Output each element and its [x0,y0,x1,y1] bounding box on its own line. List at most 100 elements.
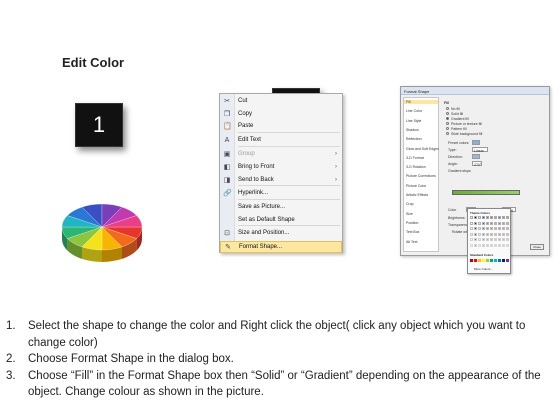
theme-color-swatch[interactable] [506,238,510,242]
menu-item-format-shape[interactable]: ✎ Format Shape... [220,241,342,253]
theme-color-swatch[interactable] [498,238,502,242]
standard-color-swatch[interactable] [498,259,502,263]
menu-item-bring-to-front[interactable]: ◧ Bring to Front › [220,162,342,174]
theme-color-swatch[interactable] [490,216,494,220]
theme-color-swatch[interactable] [474,232,478,236]
category-3-d-rotation[interactable]: 3-D Rotation [406,165,426,169]
theme-color-swatch[interactable] [474,216,478,220]
fill-radio-1[interactable] [446,112,449,115]
close-button[interactable]: Close [530,244,544,250]
theme-color-swatch[interactable] [502,227,506,231]
theme-color-swatch[interactable] [490,238,494,242]
fill-radio-4[interactable] [446,127,449,130]
category-shadow[interactable]: Shadow [406,128,419,132]
type-dropdown[interactable]: Linear [472,147,488,153]
theme-color-swatch[interactable] [478,216,482,220]
theme-color-swatch[interactable] [478,243,482,247]
theme-color-swatch[interactable] [474,243,478,247]
theme-color-swatch[interactable] [470,221,474,225]
theme-color-swatch[interactable] [502,243,506,247]
gradient-stops-bar[interactable] [452,190,520,195]
theme-color-swatch[interactable] [494,216,498,220]
theme-color-swatch[interactable] [498,232,502,236]
category-position[interactable]: Position [406,221,418,225]
theme-color-swatch[interactable] [478,227,482,231]
standard-color-swatch[interactable] [478,259,482,263]
theme-color-swatch[interactable] [502,232,506,236]
standard-color-swatch[interactable] [486,259,490,263]
theme-color-swatch[interactable] [482,238,486,242]
theme-color-swatch[interactable] [502,238,506,242]
menu-item-group[interactable]: ▣ Group › [220,149,342,161]
theme-color-swatch[interactable] [498,243,502,247]
category-fill[interactable]: Fill [404,100,438,104]
theme-color-swatch[interactable] [502,216,506,220]
theme-color-swatch[interactable] [486,238,490,242]
standard-color-swatch[interactable] [470,259,474,263]
theme-color-swatch[interactable] [494,232,498,236]
standard-color-swatch[interactable] [482,259,486,263]
theme-color-swatch[interactable] [482,216,486,220]
theme-color-swatch[interactable] [502,221,506,225]
theme-color-swatch[interactable] [486,221,490,225]
category-picture-color[interactable]: Picture Color [406,184,426,188]
theme-color-swatch[interactable] [498,227,502,231]
theme-color-swatch[interactable] [478,221,482,225]
category-line-style[interactable]: Line Style [406,119,421,123]
category-size[interactable]: Size [406,212,413,216]
direction-dropdown[interactable] [472,154,480,159]
theme-color-swatch[interactable] [474,221,478,225]
category-reflection[interactable]: Reflection [406,137,422,141]
angle-input[interactable]: 270° [472,161,482,167]
theme-color-swatch[interactable] [494,221,498,225]
theme-color-swatch[interactable] [482,227,486,231]
theme-color-swatch[interactable] [470,232,474,236]
theme-color-swatch[interactable] [490,221,494,225]
theme-color-swatch[interactable] [494,243,498,247]
theme-color-swatch[interactable] [486,243,490,247]
more-colors-link[interactable]: More Colors... [474,267,493,271]
fill-radio-5[interactable] [446,132,449,135]
category-text-box[interactable]: Text Box [406,230,419,234]
theme-color-swatch[interactable] [506,243,510,247]
standard-color-swatch[interactable] [502,259,506,263]
category-line-color[interactable]: Line Color [406,109,422,113]
theme-color-swatch[interactable] [482,221,486,225]
theme-color-swatch[interactable] [494,227,498,231]
theme-color-swatch[interactable] [474,227,478,231]
theme-color-swatch[interactable] [506,232,510,236]
fill-radio-2[interactable] [446,117,449,120]
theme-color-swatch[interactable] [470,243,474,247]
category-alt-text[interactable]: Alt Text [406,240,417,244]
theme-color-swatch[interactable] [498,221,502,225]
preset-dropdown[interactable] [472,140,480,145]
menu-item-cut[interactable]: ✂ Cut [220,96,342,108]
theme-color-swatch[interactable] [470,216,474,220]
category-glow-and-soft-edges[interactable]: Glow and Soft Edges [406,147,439,151]
theme-color-swatch[interactable] [506,227,510,231]
fill-radio-3[interactable] [446,122,449,125]
menu-item-size-and-position[interactable]: ⊡ Size and Position... [220,228,342,240]
standard-color-swatch[interactable] [494,259,498,263]
standard-color-swatch[interactable] [506,259,510,263]
theme-color-swatch[interactable] [490,232,494,236]
theme-color-swatch[interactable] [486,232,490,236]
theme-color-swatch[interactable] [498,216,502,220]
theme-color-swatch[interactable] [490,227,494,231]
category-artistic-effects[interactable]: Artistic Effects [406,193,428,197]
theme-color-swatch[interactable] [486,227,490,231]
category-picture-corrections[interactable]: Picture Corrections [406,174,436,178]
theme-color-swatch[interactable] [470,238,474,242]
theme-color-swatch[interactable] [478,238,482,242]
theme-color-swatch[interactable] [490,243,494,247]
theme-color-swatch[interactable] [506,216,510,220]
theme-color-swatch[interactable] [506,221,510,225]
theme-color-swatch[interactable] [470,227,474,231]
color-wheel-pie[interactable] [58,197,146,267]
standard-color-swatch[interactable] [490,259,494,263]
standard-color-swatch[interactable] [474,259,478,263]
theme-color-swatch[interactable] [486,216,490,220]
theme-color-swatch[interactable] [478,232,482,236]
menu-item-save-as-picture[interactable]: Save as Picture... [220,202,342,214]
theme-color-swatch[interactable] [482,232,486,236]
